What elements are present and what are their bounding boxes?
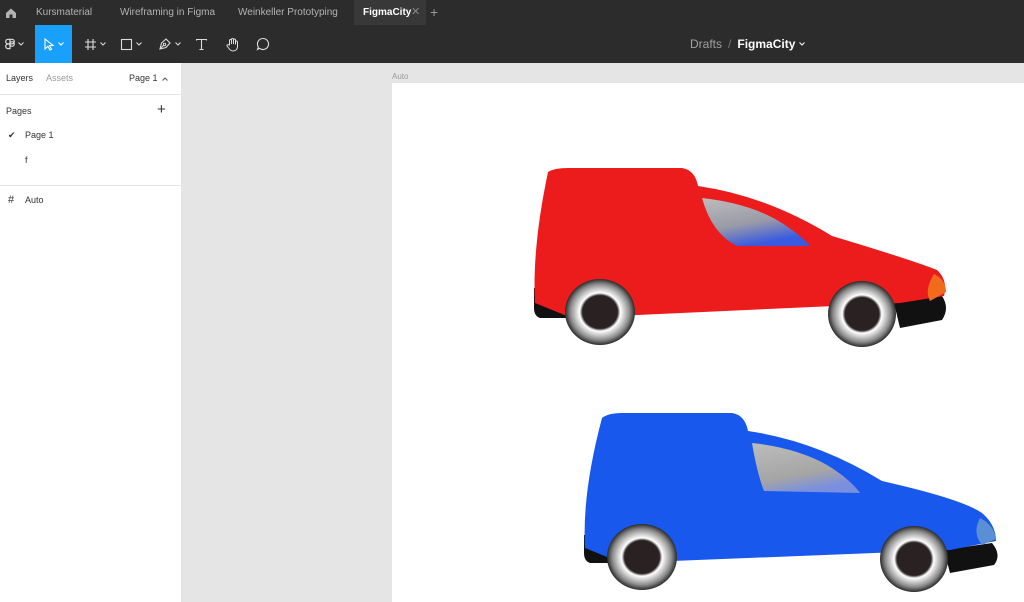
- home-icon: [6, 8, 16, 18]
- move-tool-button[interactable]: [35, 25, 72, 63]
- home-button[interactable]: [0, 0, 22, 25]
- left-panel: Layers Assets Page 1 Pages + ✔ Page 1 f …: [0, 63, 182, 602]
- panel-tabs: Layers Assets Page 1: [0, 63, 182, 95]
- chevron-down-icon: [136, 42, 142, 46]
- pen-tool-button[interactable]: [153, 25, 185, 63]
- check-icon: ✔: [8, 130, 16, 140]
- text-tool-button[interactable]: [190, 25, 212, 63]
- figma-logo-icon: [4, 38, 15, 50]
- tab-kursmaterial[interactable]: Kursmaterial: [36, 0, 92, 25]
- tab-wireframing-in-figma[interactable]: Wireframing in Figma: [120, 0, 215, 25]
- pen-icon: [158, 38, 171, 50]
- frame-icon: #: [8, 194, 15, 206]
- rear-wheel: [565, 279, 635, 345]
- chevron-up-icon: [162, 77, 168, 81]
- frame-tool-button[interactable]: [80, 25, 110, 63]
- breadcrumb: Drafts / FigmaCity: [690, 25, 806, 63]
- layer-item-auto[interactable]: # Auto: [0, 191, 182, 211]
- rear-wheel: [607, 524, 677, 590]
- red-car[interactable]: [532, 168, 952, 353]
- new-tab-icon[interactable]: +: [430, 0, 438, 25]
- hand-tool-button[interactable]: [221, 25, 243, 63]
- frame-label[interactable]: Auto: [392, 72, 408, 81]
- chevron-down-icon: [58, 42, 64, 46]
- comment-tool-button[interactable]: [252, 25, 274, 63]
- front-wheel: [828, 281, 896, 347]
- tab-figmacity-label: FigmaCity: [363, 7, 412, 18]
- breadcrumb-drafts[interactable]: Drafts: [690, 37, 722, 51]
- main-menu-button[interactable]: [0, 25, 28, 63]
- pages-header: Pages: [6, 106, 32, 116]
- tab-assets[interactable]: Assets: [46, 73, 73, 83]
- file-name[interactable]: FigmaCity: [737, 37, 795, 51]
- frame-auto[interactable]: [392, 83, 1024, 602]
- chevron-down-icon[interactable]: [799, 42, 806, 46]
- tab-bar: Kursmaterial Wireframing in Figma Weinke…: [0, 0, 1024, 25]
- page-selector[interactable]: Page 1: [129, 73, 168, 83]
- front-wheel: [880, 526, 948, 592]
- rectangle-icon: [120, 38, 133, 50]
- shape-tool-button[interactable]: [116, 25, 146, 63]
- toolbar: Drafts / FigmaCity: [0, 25, 1024, 63]
- comment-icon: [256, 37, 270, 51]
- chevron-down-icon: [100, 42, 106, 46]
- text-icon: [195, 38, 207, 50]
- panel-divider: [0, 185, 182, 186]
- page-selector-label: Page 1: [128, 73, 158, 83]
- add-page-icon[interactable]: +: [157, 102, 166, 117]
- page-item-label: Page 1: [25, 130, 54, 140]
- frame-icon: [85, 38, 96, 50]
- tab-layers[interactable]: Layers: [6, 73, 33, 83]
- page-item-f[interactable]: f: [0, 151, 182, 171]
- page-item-page-1[interactable]: ✔ Page 1: [0, 126, 182, 146]
- chevron-down-icon: [17, 42, 24, 46]
- blue-car[interactable]: [582, 413, 1002, 598]
- hand-icon: [225, 37, 238, 52]
- chevron-down-icon: [174, 42, 181, 46]
- page-item-label: f: [25, 155, 28, 165]
- cursor-icon: [44, 37, 55, 51]
- close-tab-icon[interactable]: ✕: [411, 0, 420, 25]
- tab-weinkeller-prototyping[interactable]: Weinkeller Prototyping: [238, 0, 338, 25]
- layer-item-label: Auto: [25, 195, 44, 205]
- breadcrumb-separator: /: [728, 37, 732, 51]
